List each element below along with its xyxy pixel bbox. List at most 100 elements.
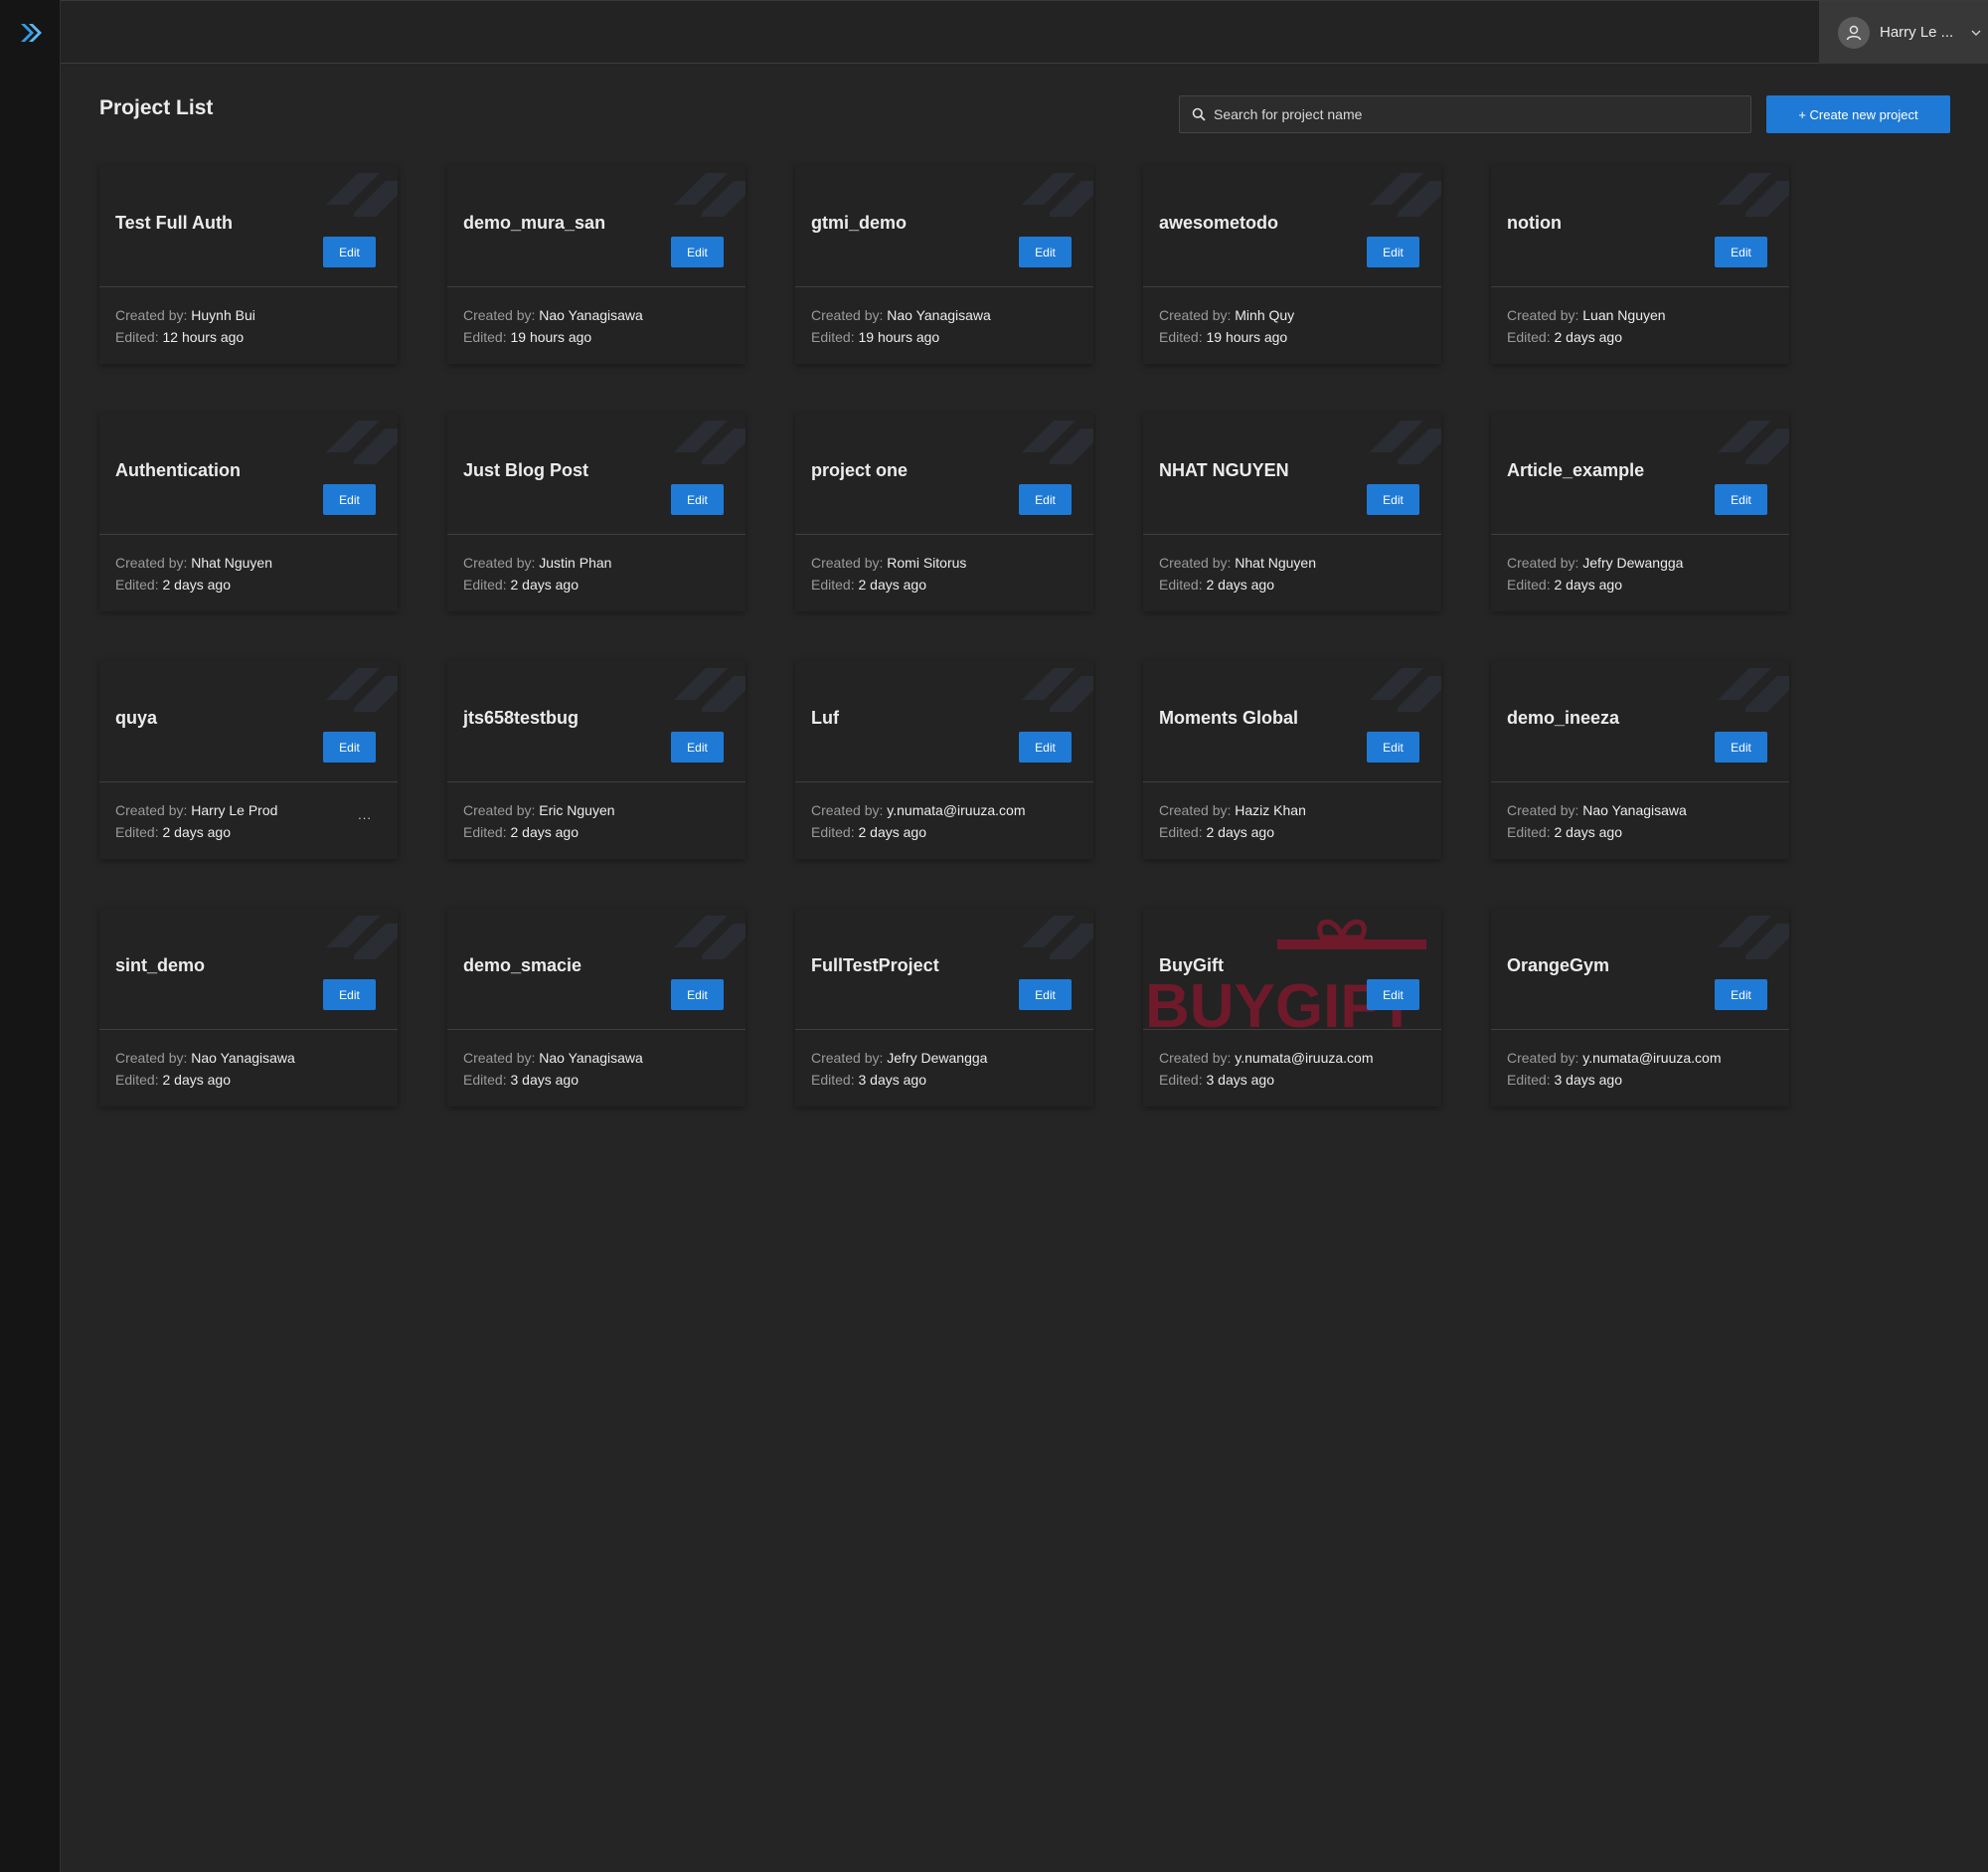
edit-project-button[interactable]: Edit	[323, 732, 376, 763]
chevron-watermark-icon	[1022, 173, 1093, 217]
project-name: notion	[1507, 213, 1562, 233]
edit-project-button[interactable]: Edit	[671, 732, 724, 763]
edit-project-button[interactable]: Edit	[1019, 237, 1072, 267]
created-by-row: Created by: Huynh Bui	[115, 304, 382, 326]
expand-chevrons-icon[interactable]	[18, 20, 44, 46]
created-by-value: Nao Yanagisawa	[539, 1050, 643, 1066]
created-by-row: Created by: y.numata@iruuza.com	[811, 799, 1077, 821]
project-name: jts658testbug	[463, 708, 580, 728]
edited-row: Edited: 3 days ago	[463, 1069, 730, 1091]
chevron-watermark-icon	[674, 421, 746, 464]
created-by-label: Created by:	[1159, 307, 1232, 323]
project-card[interactable]: Luf Edit Created by: y.numata@iruuza.com Ed…	[795, 660, 1093, 859]
search-input[interactable]	[1214, 106, 1731, 122]
user-avatar-icon	[1838, 16, 1870, 49]
project-card[interactable]: gtmi_demo Edit Created by: Nao Yanagisawa E…	[795, 165, 1093, 364]
edit-project-button[interactable]: Edit	[1367, 237, 1419, 267]
project-card[interactable]: Just Blog Post Edit Created by: Justin Pha…	[447, 413, 746, 611]
project-card[interactable]: notion Edit Created by: Luan Nguyen Edited:…	[1491, 165, 1789, 364]
created-by-row: Created by: Jefry Dewangga	[1507, 552, 1773, 574]
chevron-watermark-icon	[326, 916, 398, 959]
created-by-row: Created by: Nhat Nguyen	[1159, 552, 1425, 574]
create-new-project-button[interactable]: + Create new project	[1766, 95, 1950, 133]
project-name: Just Blog Post	[463, 460, 589, 480]
project-card-header: Moments Global Edit	[1143, 660, 1441, 782]
project-card[interactable]: project one Edit Created by: Romi Sitorus E…	[795, 413, 1093, 611]
created-by-label: Created by:	[1507, 1050, 1579, 1066]
edit-project-button[interactable]: Edit	[1715, 979, 1767, 1010]
more-options-icon[interactable]: ...	[358, 807, 372, 822]
project-card[interactable]: Test Full Auth Edit Created by: Huynh Bui E…	[99, 165, 398, 364]
edit-project-button[interactable]: Edit	[323, 484, 376, 515]
created-by-value: Justin Phan	[539, 555, 612, 571]
project-card[interactable]: BUYGIFT BuyGift Edit Created by: y.numata@i…	[1143, 908, 1441, 1106]
edited-label: Edited:	[1159, 329, 1203, 345]
edit-project-button[interactable]: Edit	[1019, 484, 1072, 515]
edit-project-button[interactable]: Edit	[671, 484, 724, 515]
project-card[interactable]: sint_demo Edit Created by: Nao Yanagisawa E…	[99, 908, 398, 1106]
edited-value: 2 days ago	[162, 824, 231, 840]
created-by-row: Created by: Romi Sitorus	[811, 552, 1077, 574]
chevron-watermark-icon	[674, 668, 746, 712]
created-by-value: Nao Yanagisawa	[1582, 802, 1687, 818]
chevron-watermark-icon	[1718, 173, 1789, 217]
project-card[interactable]: demo_ineeza Edit Created by: Nao Yanagisaw…	[1491, 660, 1789, 859]
chevron-watermark-icon	[1718, 668, 1789, 712]
edit-project-button[interactable]: Edit	[671, 979, 724, 1010]
project-card[interactable]: quya Edit Created by: Harry Le Prod Edited:…	[99, 660, 398, 859]
edit-project-button[interactable]: Edit	[1367, 979, 1419, 1010]
project-card[interactable]: NHAT NGUYEN Edit Created by: Nhat Nguyen Ed…	[1143, 413, 1441, 611]
edit-project-button[interactable]: Edit	[1367, 732, 1419, 763]
edited-value: 19 hours ago	[1206, 329, 1288, 345]
project-meta: Created by: Nao Yanagisawa Edited: 2 days…	[99, 1030, 398, 1091]
project-card-header: Just Blog Post Edit	[447, 413, 746, 535]
project-card[interactable]: OrangeGym Edit Created by: y.numata@iruuza…	[1491, 908, 1789, 1106]
edit-project-button[interactable]: Edit	[1367, 484, 1419, 515]
project-card-header: FullTestProject Edit	[795, 908, 1093, 1030]
edited-row: Edited: 19 hours ago	[1159, 326, 1425, 348]
edited-row: Edited: 3 days ago	[811, 1069, 1077, 1091]
created-by-label: Created by:	[1507, 802, 1579, 818]
project-card[interactable]: Authentication Edit Created by: Nhat Nguye…	[99, 413, 398, 611]
project-meta: Created by: y.numata@iruuza.com Edited: 2…	[795, 782, 1093, 843]
project-card[interactable]: jts658testbug Edit Created by: Eric Nguyen…	[447, 660, 746, 859]
chevron-watermark-icon	[1718, 916, 1789, 959]
edit-project-button[interactable]: Edit	[323, 979, 376, 1010]
project-card[interactable]: demo_smacie Edit Created by: Nao Yanagisaw…	[447, 908, 746, 1106]
project-card[interactable]: FullTestProject Edit Created by: Jefry Dew…	[795, 908, 1093, 1106]
edit-project-button[interactable]: Edit	[1019, 732, 1072, 763]
edited-row: Edited: 3 days ago	[1159, 1069, 1425, 1091]
edited-label: Edited:	[811, 329, 855, 345]
edited-label: Edited:	[1159, 577, 1203, 593]
created-by-label: Created by:	[463, 555, 536, 571]
edit-project-button[interactable]: Edit	[671, 237, 724, 267]
user-menu[interactable]: Harry Le ...	[1819, 1, 1988, 64]
created-by-row: Created by: Nao Yanagisawa	[1507, 799, 1773, 821]
top-bar: Harry Le ...	[61, 0, 1988, 64]
edited-label: Edited:	[463, 824, 507, 840]
created-by-row: Created by: Jefry Dewangga	[811, 1047, 1077, 1069]
edited-row: Edited: 3 days ago	[1507, 1069, 1773, 1091]
project-card[interactable]: Article_example Edit Created by: Jefry Dew…	[1491, 413, 1789, 611]
project-card[interactable]: demo_mura_san Edit Created by: Nao Yanagis…	[447, 165, 746, 364]
project-card[interactable]: Moments Global Edit Created by: Haziz Khan…	[1143, 660, 1441, 859]
edit-project-button[interactable]: Edit	[1715, 732, 1767, 763]
created-by-value: Harry Le Prod	[191, 802, 278, 818]
project-card[interactable]: awesometodo Edit Created by: Minh Quy Edite…	[1143, 165, 1441, 364]
edit-project-button[interactable]: Edit	[323, 237, 376, 267]
edited-row: Edited: 2 days ago	[1507, 574, 1773, 596]
edited-label: Edited:	[1507, 1072, 1551, 1088]
project-meta: Created by: Nao Yanagisawa Edited: 2 days…	[1491, 782, 1789, 843]
project-name: demo_mura_san	[463, 213, 606, 233]
edit-project-button[interactable]: Edit	[1715, 484, 1767, 515]
edit-project-button[interactable]: Edit	[1019, 979, 1072, 1010]
edited-row: Edited: 2 days ago	[811, 821, 1077, 843]
edited-row: Edited: 12 hours ago	[115, 326, 382, 348]
created-by-value: Luan Nguyen	[1582, 307, 1666, 323]
created-by-value: y.numata@iruuza.com	[1582, 1050, 1722, 1066]
edit-project-button[interactable]: Edit	[1715, 237, 1767, 267]
created-by-value: Haziz Khan	[1235, 802, 1306, 818]
created-by-value: Jefry Dewangga	[1582, 555, 1684, 571]
project-meta: Created by: Nhat Nguyen Edited: 2 days ag…	[1143, 535, 1441, 596]
edited-value: 2 days ago	[1206, 577, 1274, 593]
